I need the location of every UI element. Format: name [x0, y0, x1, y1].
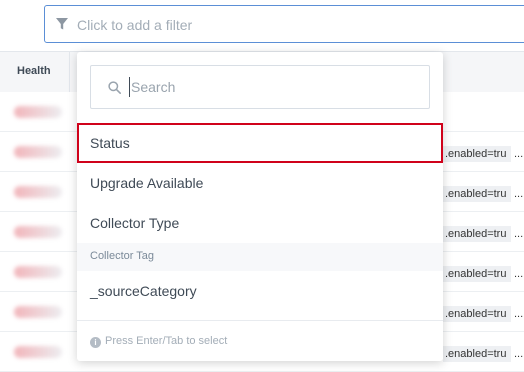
- search-placeholder: Search: [131, 79, 176, 95]
- filter-icon: [56, 18, 68, 30]
- more-indicator: ...: [514, 188, 524, 200]
- column-header-label: Health: [17, 65, 51, 77]
- filter-dropdown: Search Status Upgrade Available Collecto…: [77, 52, 443, 361]
- health-cell: [14, 346, 62, 358]
- filter-bar: Click to add a filter: [0, 0, 524, 50]
- search-input[interactable]: Search: [90, 65, 430, 109]
- more-indicator: ...: [514, 348, 524, 360]
- text-cursor: [129, 77, 130, 97]
- option-label: Status: [90, 135, 130, 151]
- dropdown-divider: [77, 320, 443, 321]
- group-header-collector-tag: Collector Tag: [77, 243, 443, 271]
- option-label: Upgrade Available: [90, 175, 204, 191]
- more-indicator: ...: [514, 148, 524, 160]
- option-label: Collector Type: [90, 215, 180, 231]
- health-cell: [14, 146, 62, 158]
- search-icon: [108, 81, 121, 94]
- option-label: _sourceCategory: [90, 283, 197, 299]
- config-cell: .enabled=tru: [443, 266, 511, 282]
- health-cell: [14, 306, 62, 318]
- config-cell: .enabled=tru: [443, 226, 511, 242]
- config-cell: .enabled=tru: [443, 306, 511, 322]
- health-cell: [14, 106, 62, 118]
- info-icon: i: [90, 337, 101, 348]
- option-status[interactable]: Status: [77, 123, 443, 163]
- more-indicator: ...: [514, 268, 524, 280]
- column-header-health[interactable]: Health: [0, 52, 70, 92]
- keyboard-hint: Press Enter/Tab to select: [105, 335, 228, 347]
- option-upgrade-available[interactable]: Upgrade Available: [77, 163, 443, 203]
- health-cell: [14, 226, 62, 238]
- health-cell: [14, 266, 62, 278]
- config-cell: .enabled=tru: [443, 346, 511, 362]
- config-cell: .enabled=tru: [443, 186, 511, 202]
- option-collector-type[interactable]: Collector Type: [77, 203, 443, 243]
- health-cell: [14, 186, 62, 198]
- filter-placeholder: Click to add a filter: [77, 17, 193, 33]
- option-sourcecategory[interactable]: _sourceCategory: [77, 271, 443, 311]
- more-indicator: ...: [514, 308, 524, 320]
- group-header-label: Collector Tag: [90, 250, 154, 262]
- more-indicator: ...: [514, 228, 524, 240]
- filter-input[interactable]: Click to add a filter: [44, 5, 524, 43]
- config-cell: .enabled=tru: [443, 146, 511, 162]
